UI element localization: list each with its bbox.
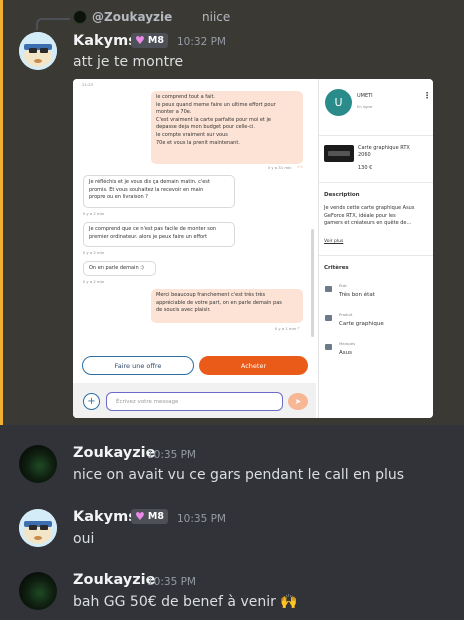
product-price: 130 € [358,165,373,171]
bubble-line: Je comprend que ce n'est pas facile de m… [89,226,217,232]
timestamp: 10:35 PM [147,576,196,588]
bubble-line: premier ordinateur. alors je peux faire … [89,233,208,240]
author-name[interactable]: Zoukayzie [73,445,155,461]
buy-button[interactable]: Acheter [199,356,308,375]
timestamp: 10:32 PM [177,36,226,48]
criteria-value: Asus [339,350,352,356]
bubble-meta: Il y a 2 min [83,211,105,216]
heart-icon: ♥ [135,34,145,47]
role-badge[interactable]: ♥ M8 [131,509,168,524]
message-text: nice on avait vu ce gars pendant le call… [73,467,405,483]
status-time: 21:23 [82,82,93,87]
product-title-line: 2060 [358,152,371,158]
bubble-line: Je réfléchis et je vous dis ça demain ma… [89,179,210,185]
seller-status: En ligne [357,104,373,109]
seller-name[interactable]: UMETI [357,93,373,99]
chat-bubble: On en parle demain :) [83,261,156,276]
kakyms-avatar-image [19,32,57,70]
reply-avatar [73,10,87,24]
bubble-line: depasse deja mon budget pour celle-ci. [156,124,255,131]
bubble-line: appréciable de votre part, on en parle d… [156,299,282,306]
reply-username[interactable]: @Zoukayzie [92,10,172,24]
description-line: Je vends cette carte graphique Asus [324,205,415,211]
description-line: gamers et créateurs en quête de... [324,220,412,226]
product-thumbnail[interactable] [324,145,354,162]
author-name[interactable]: Kakyms [73,509,137,525]
chat-bubble: Merci beaucoup franchement c'est très tr… [151,289,303,323]
read-check-icon: ✓✓ [297,164,304,169]
product-title-line: Carte graphique RTX [358,145,410,151]
criteria-label: État [339,283,347,288]
attachment-side-panel: U UMETI En ligne ⋮ Carte graphique RTX 2… [318,79,433,418]
bubble-line: de soucis avec plaisir. [156,307,211,314]
criteria-heading: Critères [324,265,349,271]
avatar-kakyms[interactable] [19,32,57,70]
bubble-line: monter a 70e. [156,109,192,116]
bubble-meta: Il y a 1 min [275,326,297,331]
divider [319,135,433,136]
bubble-line: Merci beaucoup franchement c'est très tr… [156,292,266,298]
product-type-icon [325,315,332,321]
message-input[interactable]: Écrivez votre message [106,392,283,411]
heart-icon: ♥ [135,510,145,523]
chat-bubble: le comprend tout a fait. le peux quand m… [151,91,303,164]
bubble-line: le comprend tout a fait. [156,94,216,100]
seller-avatar[interactable]: U [325,89,352,116]
author-name[interactable]: Kakyms [73,33,137,49]
message-text: oui [73,531,95,547]
reply-spine [36,18,70,30]
avatar-zoukayzie[interactable] [19,445,57,483]
bubble-meta: Il y a 2 min [83,250,105,255]
read-check-icon: ✓ [297,325,301,330]
gpu-image-icon [328,151,350,156]
criteria-value: Très bon état [339,292,375,298]
bubble-line: le peux quand meme faire un ultime effor… [156,101,276,108]
bubble-line: 70e et vous la prenit maintenant. [156,139,240,146]
bubble-line: propre ou en livraison ? [89,194,148,201]
send-icon[interactable]: ➤ [288,393,308,410]
product-title[interactable]: Carte graphique RTX 2060 [358,145,410,159]
brand-icon [325,344,332,350]
bubble-line: promis. Et vous souhaitez la recevoir en… [89,186,204,193]
divider [319,255,433,256]
chat-bubble: Je réfléchis et je vous dis ça demain ma… [83,175,235,208]
criteria-label: Marques [339,341,356,346]
timestamp: 10:35 PM [177,513,226,525]
bubble-line: C'est vraiment la carte parfaite pour mo… [156,116,271,123]
criteria-label: Produit [339,312,353,317]
criteria-value: Carte graphique [339,321,384,327]
attachment-chat-panel: 21:23 le comprend tout a fait. le peux q… [73,79,316,418]
bubble-meta: il y a 31 min [268,165,292,170]
bubble-line: On en parle demain :) [89,265,144,271]
author-name[interactable]: Zoukayzie [73,572,155,588]
make-offer-button[interactable]: Faire une offre [82,356,194,375]
message-text: att je te montre [73,54,184,70]
image-attachment[interactable]: 21:23 le comprend tout a fait. le peux q… [73,79,433,418]
avatar-kakyms[interactable] [19,509,57,547]
description-line: GeForce RTX, idéale pour les [324,212,396,219]
description-heading: Description [324,192,360,198]
chat-scrollbar[interactable] [311,229,314,337]
badge-label: M8 [147,35,164,46]
see-more-link[interactable]: Voir plus [324,239,343,244]
chat-bubble: Je comprend que ce n'est pas facile de m… [83,222,235,247]
timestamp: 10:35 PM [147,449,196,461]
badge-label: M8 [147,511,164,522]
avatar-zoukayzie[interactable] [19,572,57,610]
description-text: Je vends cette carte graphique Asus GeFo… [324,205,414,228]
more-options-icon[interactable]: ⋮ [423,91,431,100]
plus-icon[interactable]: + [83,393,100,410]
role-badge[interactable]: ♥ M8 [131,33,168,48]
reply-text[interactable]: niice [202,10,230,24]
kakyms-avatar-image [19,509,57,547]
condition-icon [325,286,332,292]
message-text: bah GG 50€ de benef à venir 🙌 [73,594,298,610]
divider [319,182,433,183]
bubble-line: le compte vraiment sur vous [156,131,228,138]
bubble-meta: Il y a 2 min [83,279,105,284]
